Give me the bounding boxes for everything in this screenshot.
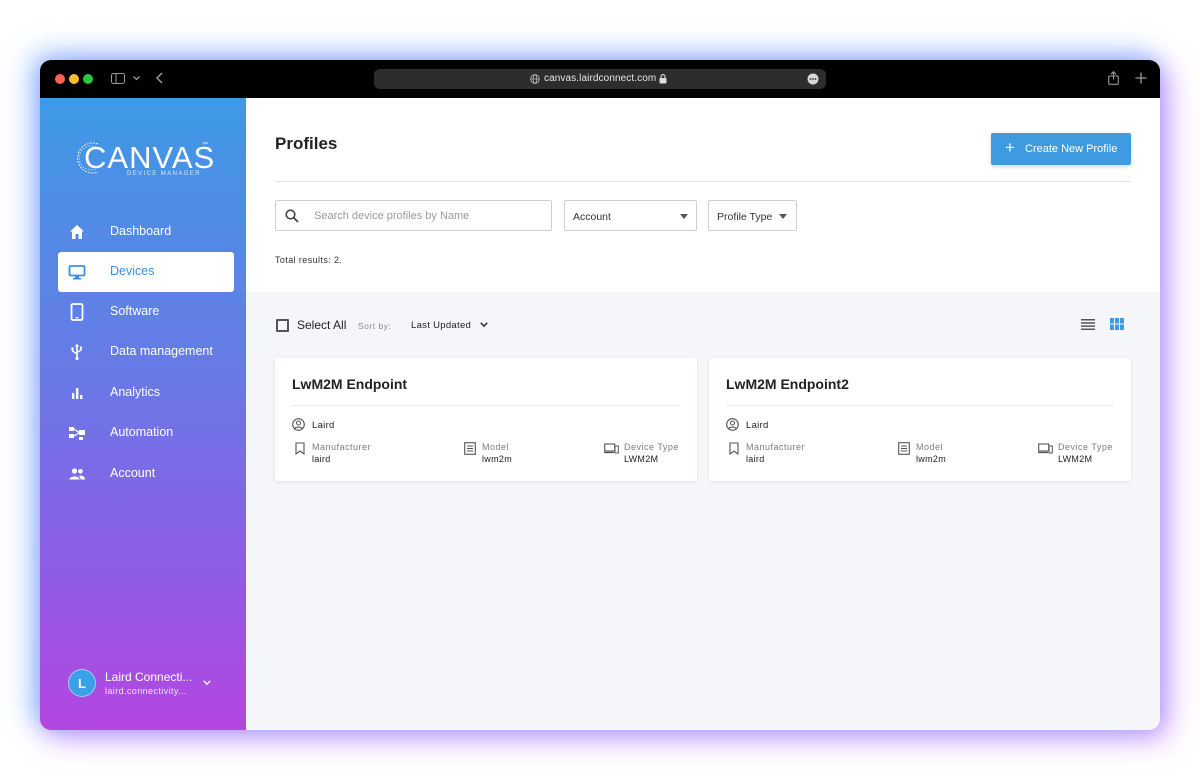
card-title[interactable]: LwM2M Endpoint2	[726, 376, 849, 392]
list-toolbar: Select All Sort by: Last Updated	[246, 292, 1160, 342]
caret-down-icon	[680, 214, 688, 219]
chevron-down-icon[interactable]	[480, 322, 488, 328]
model-value: lwm2m	[482, 454, 512, 464]
logo-tagline: DEVICE MANAGER	[127, 171, 201, 177]
device-type-value: LWM2M	[624, 454, 659, 464]
sidebar-item-label: Dashboard	[110, 224, 172, 238]
grid-view-icon[interactable]	[1110, 318, 1124, 330]
model-list-icon	[464, 442, 476, 455]
bookmark-icon	[729, 442, 739, 455]
minimize-window-button[interactable]	[69, 74, 79, 84]
create-new-profile-button[interactable]: + Create New Profile	[991, 133, 1131, 165]
plus-icon: +	[1005, 138, 1015, 157]
device-type-label: Device Type	[624, 442, 679, 452]
close-window-button[interactable]	[55, 74, 65, 84]
monitor-icon	[68, 265, 86, 280]
sidebar-item-label: Data management	[110, 344, 213, 358]
sort-select[interactable]: Last Updated	[411, 320, 471, 331]
sidebar-item-label: Account	[110, 466, 156, 480]
search-placeholder: Search device profiles by Name	[314, 210, 470, 222]
search-input[interactable]: Search device profiles by Name	[275, 200, 552, 231]
user-menu[interactable]: L Laird Connecti... laird.connectivity..…	[68, 668, 228, 700]
globe-icon	[530, 74, 540, 84]
back-icon[interactable]	[156, 72, 163, 84]
account-select[interactable]: Account	[564, 200, 697, 231]
maximize-window-button[interactable]	[83, 74, 93, 84]
devices-icon	[1038, 443, 1053, 454]
bookmark-icon	[295, 442, 305, 455]
browser-window: canvas.lairdconnect.com CANVAS ™ DEVICE …	[40, 60, 1160, 730]
more-options-icon[interactable]	[807, 73, 819, 85]
share-icon[interactable]	[1108, 71, 1119, 85]
divider	[726, 405, 1114, 406]
create-button-label: Create New Profile	[1025, 143, 1118, 155]
new-tab-icon[interactable]	[1135, 72, 1147, 84]
search-icon	[285, 209, 299, 223]
page-title: Profiles	[275, 134, 338, 153]
list-view-icon[interactable]	[1081, 319, 1095, 330]
devices-icon	[604, 443, 619, 454]
model-label: Model	[482, 442, 510, 452]
sidebar-item-label: Analytics	[110, 385, 161, 399]
lock-icon	[659, 74, 667, 84]
select-all-label[interactable]: Select All	[297, 318, 346, 332]
account-select-label: Account	[573, 211, 611, 223]
chevron-down-icon[interactable]	[133, 76, 140, 81]
usb-icon	[71, 343, 82, 361]
chevron-down-icon[interactable]	[203, 680, 211, 686]
total-results: Total results: 2.	[275, 255, 343, 265]
profile-card[interactable]: LwM2M Endpoint2 Laird Manufacturer laird…	[709, 358, 1131, 481]
card-title[interactable]: LwM2M Endpoint	[292, 376, 407, 392]
card-owner: Laird	[312, 420, 335, 431]
caret-down-icon	[779, 214, 787, 219]
sidebar-item-data-management[interactable]: Data management	[58, 332, 234, 372]
sidebar-item-label: Software	[110, 304, 160, 318]
avatar: L	[68, 669, 96, 697]
model-list-icon	[898, 442, 910, 455]
sidebar: CANVAS ™ DEVICE MANAGER Dashboard Device…	[40, 98, 246, 730]
sidebar-item-automation[interactable]: Automation	[58, 413, 234, 453]
hierarchy-icon	[69, 427, 85, 440]
address-bar[interactable]: canvas.lairdconnect.com	[374, 69, 826, 89]
sidebar-item-software[interactable]: Software	[58, 292, 234, 332]
model-value: lwm2m	[916, 454, 946, 464]
model-label: Model	[916, 442, 944, 452]
device-type-value: LWM2M	[1058, 454, 1093, 464]
divider	[275, 181, 1131, 182]
card-owner: Laird	[746, 420, 769, 431]
canvas-logo[interactable]: CANVAS ™ DEVICE MANAGER	[74, 138, 214, 180]
title-bar: canvas.lairdconnect.com	[40, 60, 1160, 98]
user-email: laird.connectivity...	[105, 686, 187, 696]
sort-by-label: Sort by:	[358, 321, 392, 331]
sidebar-item-account[interactable]: Account	[58, 454, 234, 494]
select-all-checkbox[interactable]	[276, 319, 289, 332]
profile-type-select-label: Profile Type	[717, 211, 773, 223]
header-panel: Profiles + Create New Profile Search dev…	[246, 98, 1160, 292]
manufacturer-label: Manufacturer	[746, 442, 806, 452]
sidebar-item-analytics[interactable]: Analytics	[58, 373, 234, 413]
account-circle-icon	[292, 418, 305, 431]
people-icon	[69, 468, 85, 480]
sidebar-item-devices[interactable]: Devices	[58, 252, 234, 292]
bar-chart-icon	[72, 388, 83, 399]
divider	[292, 405, 680, 406]
sidebar-item-label: Automation	[110, 425, 174, 439]
manufacturer-label: Manufacturer	[312, 442, 372, 452]
manufacturer-value: laird	[746, 454, 765, 464]
profile-type-select[interactable]: Profile Type	[708, 200, 797, 231]
profile-card[interactable]: LwM2M Endpoint Laird Manufacturer laird …	[275, 358, 697, 481]
logo-trademark: ™	[202, 142, 208, 148]
sidebar-toggle-icon[interactable]	[111, 73, 125, 84]
user-name: Laird Connecti...	[105, 670, 193, 684]
account-circle-icon	[726, 418, 739, 431]
tablet-icon	[70, 303, 84, 321]
device-type-label: Device Type	[1058, 442, 1113, 452]
sidebar-item-label: Devices	[110, 264, 155, 278]
url-text: canvas.lairdconnect.com	[544, 73, 657, 84]
manufacturer-value: laird	[312, 454, 331, 464]
home-icon	[70, 225, 84, 239]
sidebar-item-dashboard[interactable]: Dashboard	[58, 212, 234, 252]
